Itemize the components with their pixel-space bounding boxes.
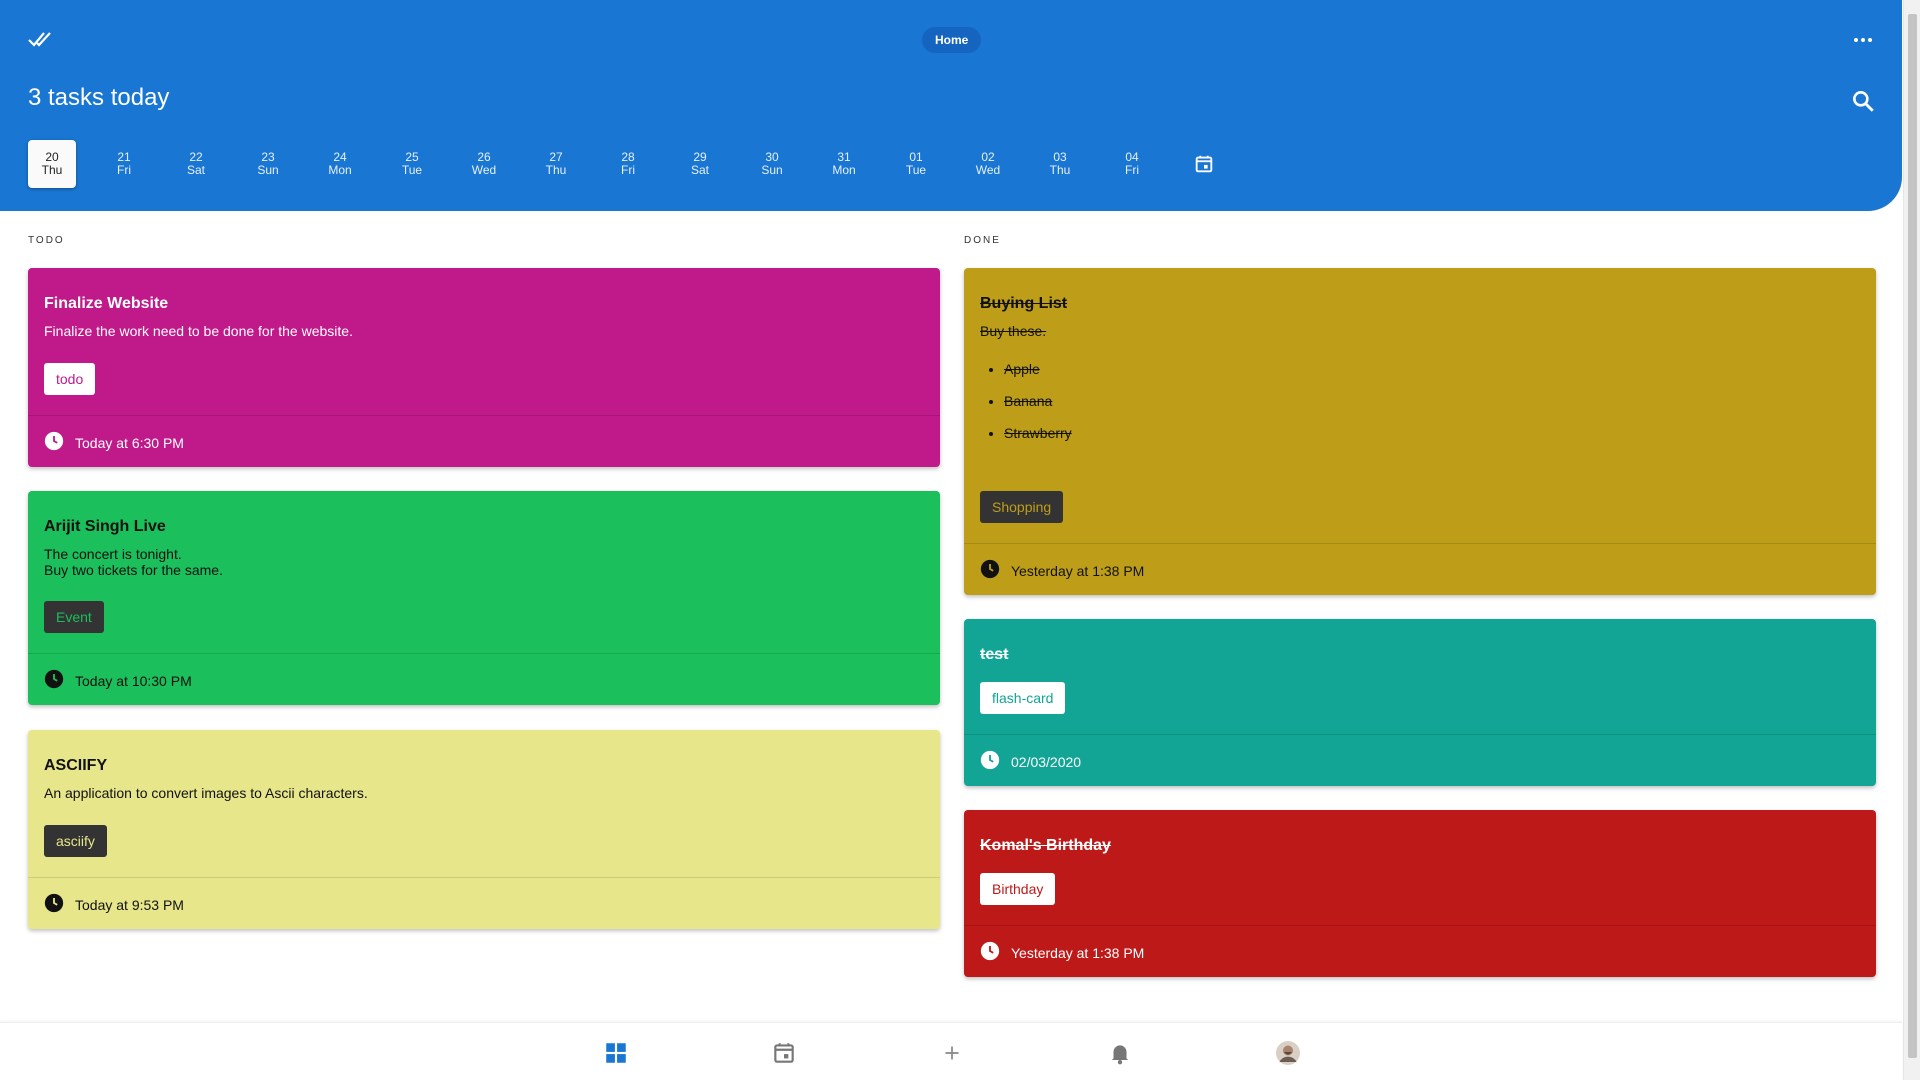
due-time: Today at 9:53 PM	[75, 897, 184, 913]
plus-icon[interactable]	[939, 1040, 965, 1066]
tag-chip[interactable]: Shopping	[980, 491, 1064, 523]
card-title: Finalize Website	[44, 295, 169, 312]
card-footer: Today at 6:30 PM	[28, 415, 940, 467]
date-weekday: Sat	[186, 163, 205, 177]
bottom-navigation	[0, 1022, 1902, 1080]
date-weekday: Tue	[401, 163, 423, 177]
done-card[interactable]: Buying List Buy these. AppleBananaStrawber…	[964, 268, 1876, 595]
due-time: Yesterday at 1:38 PM	[1011, 563, 1145, 579]
avatar[interactable]	[1275, 1040, 1301, 1066]
double-check-icon[interactable]	[28, 29, 52, 49]
card-footer: Today at 9:53 PM	[28, 877, 940, 929]
card-footer: Today at 10:30 PM	[28, 653, 940, 705]
page-title: 3 tasks today	[28, 84, 170, 111]
tag-chip[interactable]: asciify	[44, 825, 107, 857]
card-description: The concert is tonight. Buy two tickets …	[44, 546, 223, 578]
date-weekday: Sun	[257, 163, 279, 177]
item-list: AppleBananaStrawberry	[1004, 361, 1072, 457]
card-title: Komal's Birthday	[980, 837, 1111, 854]
done-card[interactable]: Komal's Birthday Birthday Yesterday at 1:3…	[964, 810, 1876, 977]
card-title: Buying List	[980, 295, 1068, 312]
clock-icon	[980, 941, 1000, 961]
list-item: Apple	[1004, 361, 1072, 393]
date-weekday: Fri	[117, 163, 131, 177]
date-chip[interactable]: 31 Mon	[820, 140, 868, 188]
date-chip[interactable]: 21 Fri	[100, 140, 148, 188]
clock-icon	[980, 559, 1000, 579]
date-chip[interactable]: 25 Tue	[388, 140, 436, 188]
date-chip[interactable]: 26 Wed	[460, 140, 508, 188]
date-chip[interactable]: 02 Wed	[964, 140, 1012, 188]
date-chip[interactable]: 03 Thu	[1036, 140, 1084, 188]
more-options-icon[interactable]	[1848, 28, 1878, 52]
calendar-icon[interactable]	[771, 1040, 797, 1066]
date-chip[interactable]: 27 Thu	[532, 140, 580, 188]
card-title: Arijit Singh Live	[44, 518, 166, 535]
date-weekday: Mon	[328, 163, 352, 177]
due-time: 02/03/2020	[1011, 754, 1082, 770]
todo-card[interactable]: Arijit Singh Live The concert is tonight.…	[28, 491, 940, 705]
tag-chip[interactable]: Event	[44, 601, 104, 633]
date-chip[interactable]: 22 Sat	[172, 140, 220, 188]
bell-icon[interactable]	[1107, 1040, 1133, 1066]
date-weekday: Sat	[690, 163, 709, 177]
todo-card[interactable]: ASCIIFY An application to convert images …	[28, 730, 940, 929]
list-item: Strawberry	[1004, 425, 1072, 457]
due-time: Today at 10:30 PM	[75, 673, 192, 689]
tag-chip[interactable]: todo	[44, 363, 96, 395]
card-description: Buy these.	[980, 323, 1047, 339]
date-chip[interactable]: 20 Thu	[28, 140, 76, 188]
search-icon[interactable]	[1850, 88, 1876, 114]
done-column-label: DONE	[964, 235, 1001, 246]
clock-icon	[980, 750, 1000, 770]
card-footer: 02/03/2020	[964, 734, 1876, 786]
clock-icon	[44, 669, 64, 689]
home-button[interactable]: Home	[922, 27, 982, 53]
card-footer: Yesterday at 1:38 PM	[964, 543, 1876, 595]
date-weekday: Thu	[1049, 163, 1071, 177]
date-chip[interactable]: 29 Sat	[676, 140, 724, 188]
date-chip[interactable]: 28 Fri	[604, 140, 652, 188]
date-weekday: Mon	[832, 163, 856, 177]
card-description: An application to convert images to Asci…	[44, 785, 368, 801]
todo-column-label: TODO	[28, 235, 65, 246]
dashboard-icon[interactable]	[603, 1040, 629, 1066]
clock-icon	[44, 893, 64, 913]
date-weekday: Fri	[1125, 163, 1139, 177]
card-title: ASCIIFY	[44, 757, 108, 774]
date-chip[interactable]: 01 Tue	[892, 140, 940, 188]
done-card[interactable]: test flash-card 02/03/2020	[964, 619, 1876, 786]
due-time: Today at 6:30 PM	[75, 435, 184, 451]
date-weekday: Sun	[761, 163, 783, 177]
date-weekday: Wed	[471, 163, 497, 177]
vertical-scrollbar[interactable]	[1903, 0, 1920, 1080]
date-chip[interactable]: 24 Mon	[316, 140, 364, 188]
date-chip[interactable]: 30 Sun	[748, 140, 796, 188]
calendar-icon[interactable]	[1193, 152, 1215, 176]
todo-card[interactable]: Finalize Website Finalize the work need t…	[28, 268, 940, 467]
app-header: Home 3 tasks today 20 Thu 21 Fri 22 Sat 23 Sun 2…	[0, 0, 1902, 211]
clock-icon	[44, 431, 64, 451]
date-weekday: Wed	[975, 163, 1001, 177]
card-description: Finalize the work need to be done for th…	[44, 323, 353, 339]
date-weekday: Fri	[621, 163, 635, 177]
date-weekday: Thu	[41, 163, 63, 177]
date-weekday: Thu	[545, 163, 567, 177]
tag-chip[interactable]: Birthday	[980, 873, 1056, 905]
card-footer: Yesterday at 1:38 PM	[964, 925, 1876, 977]
tag-chip[interactable]: flash-card	[980, 682, 1066, 714]
list-item: Banana	[1004, 393, 1072, 425]
date-chip[interactable]: 04 Fri	[1108, 140, 1156, 188]
due-time: Yesterday at 1:38 PM	[1011, 945, 1145, 961]
card-title: test	[980, 646, 1009, 663]
scrollbar-thumb[interactable]	[1908, 14, 1917, 1058]
date-weekday: Tue	[905, 163, 927, 177]
date-chip[interactable]: 23 Sun	[244, 140, 292, 188]
